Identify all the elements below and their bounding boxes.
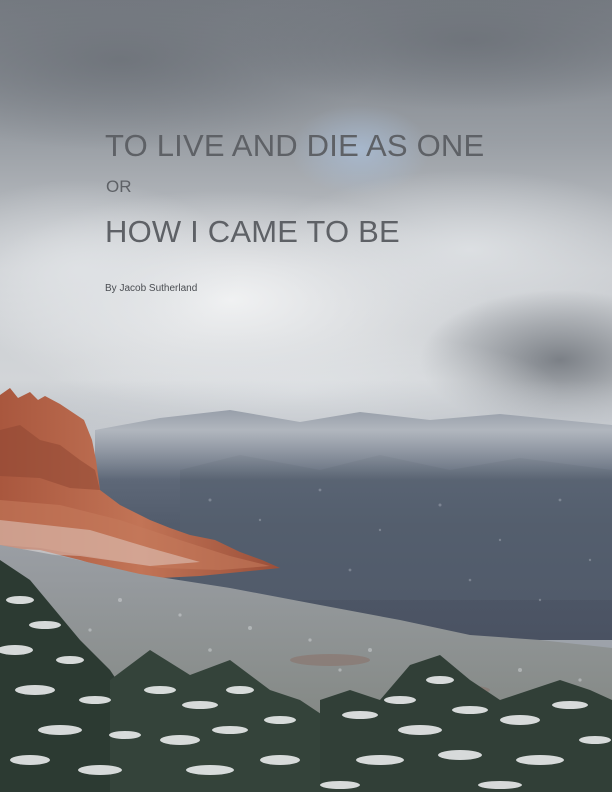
- cover-photo: [0, 0, 612, 792]
- title-connector: OR: [106, 177, 132, 196]
- book-cover: TO LIVE AND DIE AS ONE OR HOW I CAME TO …: [0, 0, 612, 792]
- author-byline: By Jacob Sutherland: [105, 283, 198, 294]
- title-line-1: TO LIVE AND DIE AS ONE: [105, 128, 485, 163]
- title-line-2: HOW I CAME TO BE: [105, 214, 400, 249]
